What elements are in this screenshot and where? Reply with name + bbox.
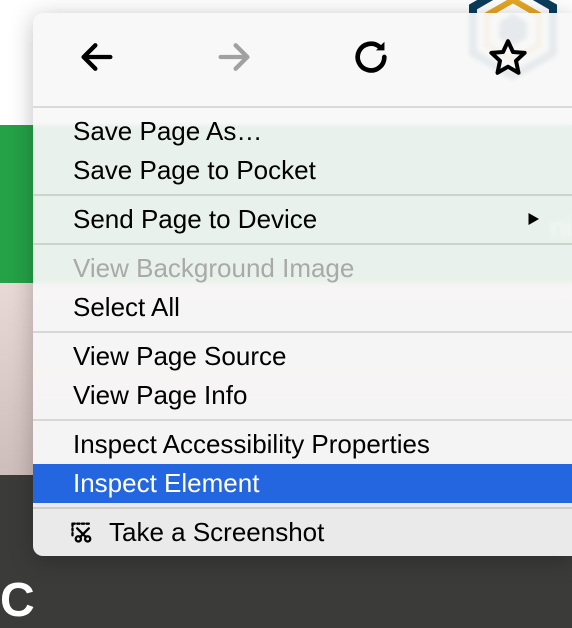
submenu-arrow-icon [524, 204, 542, 235]
back-icon[interactable] [77, 37, 117, 82]
menu-item-inspect-element[interactable]: Inspect Element [33, 464, 572, 503]
menu-item-send-to-device[interactable]: Send Page to Device [33, 200, 572, 239]
menu-label: Inspect Element [73, 468, 542, 499]
reload-icon[interactable] [351, 37, 391, 82]
menu-group-inspect: Inspect Accessibility Properties Inspect… [33, 421, 572, 507]
menu-label: View Page Info [73, 380, 542, 411]
menu-group-screenshot: Take a Screenshot [33, 509, 572, 556]
page-text-fragment-bottom: C [0, 573, 35, 628]
bookmark-star-icon[interactable] [488, 37, 528, 82]
menu-item-view-info[interactable]: View Page Info [33, 376, 572, 415]
menu-group-source: View Page Source View Page Info [33, 333, 572, 419]
menu-group-view: View Background Image Select All [33, 245, 572, 331]
menu-item-select-all[interactable]: Select All [33, 288, 572, 327]
menu-item-take-screenshot[interactable]: Take a Screenshot [33, 513, 572, 552]
menu-label: Save Page to Pocket [73, 155, 542, 186]
menu-label: View Page Source [73, 341, 542, 372]
menu-item-save-page-as[interactable]: Save Page As… [33, 112, 572, 151]
menu-label: View Background Image [73, 253, 542, 284]
menu-group-send: Send Page to Device [33, 196, 572, 243]
context-menu: Save Page As… Save Page to Pocket Send P… [33, 13, 572, 556]
nav-toolbar [33, 13, 572, 106]
menu-label: Inspect Accessibility Properties [73, 429, 542, 460]
screenshot-scissors-icon [69, 519, 97, 547]
menu-item-save-to-pocket[interactable]: Save Page to Pocket [33, 151, 572, 190]
menu-label: Send Page to Device [73, 204, 524, 235]
menu-item-view-bg-image: View Background Image [33, 249, 572, 288]
forward-icon [214, 37, 254, 82]
menu-label: Select All [73, 292, 542, 323]
menu-item-inspect-accessibility[interactable]: Inspect Accessibility Properties [33, 425, 572, 464]
menu-label: Save Page As… [73, 116, 542, 147]
menu-label: Take a Screenshot [109, 517, 542, 548]
menu-item-view-source[interactable]: View Page Source [33, 337, 572, 376]
menu-group-save: Save Page As… Save Page to Pocket [33, 108, 572, 194]
